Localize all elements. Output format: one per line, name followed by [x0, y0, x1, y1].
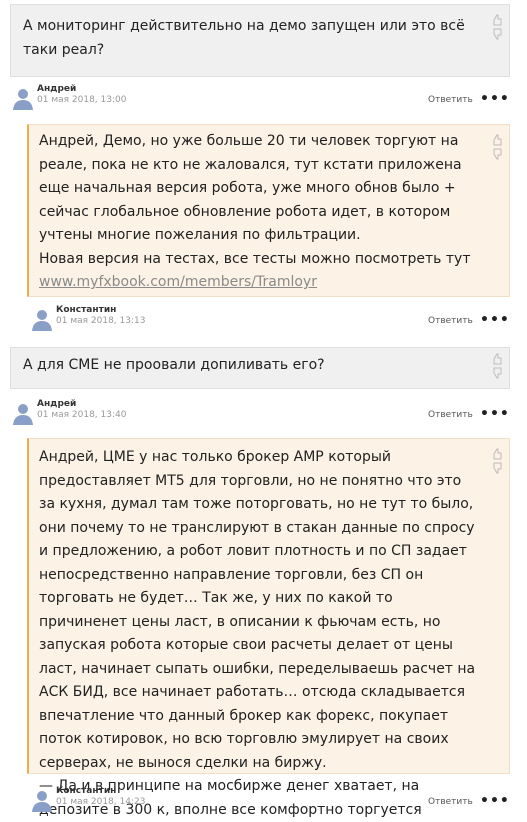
- more-options-icon[interactable]: •••: [480, 313, 510, 327]
- reply-link[interactable]: Ответить: [428, 797, 473, 807]
- reply-link[interactable]: Ответить: [428, 410, 473, 420]
- comment-meta: Андрей 01 мая 2018, 13:00 Ответить •••: [11, 84, 516, 118]
- thumb-up-icon[interactable]: [491, 133, 503, 147]
- comment-text: Андрей, ЦМЕ у нас только брокер AMP кото…: [39, 449, 476, 818]
- comment-meta: Андрей 01 мая 2018, 13:40 Ответить •••: [11, 399, 516, 433]
- thumb-down-icon[interactable]: [491, 27, 503, 41]
- thumb-up-icon[interactable]: [491, 13, 503, 27]
- vote-controls: [491, 13, 503, 41]
- comment-text: А мониторинг действительно на демо запущ…: [23, 18, 470, 58]
- comment-author[interactable]: Константин: [56, 305, 116, 315]
- thumb-up-icon[interactable]: [491, 447, 503, 461]
- user-avatar-icon[interactable]: [11, 401, 33, 427]
- thumb-down-icon[interactable]: [491, 461, 503, 475]
- comment-meta: Константин 01 мая 2018, 14:23 Ответить •…: [30, 786, 516, 820]
- vote-controls: [491, 447, 503, 475]
- comment-text: А для CME не проовали допиливать его?: [23, 357, 325, 373]
- thumb-down-icon[interactable]: [491, 366, 503, 380]
- comment-text: Андрей, Демо, но уже больше 20 ти челове…: [39, 133, 471, 267]
- comment-date: 01 мая 2018, 13:40: [37, 410, 127, 420]
- user-avatar-icon[interactable]: [30, 788, 52, 814]
- comment-date: 01 мая 2018, 14:23: [56, 797, 146, 807]
- user-avatar-icon[interactable]: [30, 307, 52, 333]
- more-options-icon[interactable]: •••: [480, 92, 510, 106]
- comment-bubble: А мониторинг действительно на демо запущ…: [10, 4, 510, 77]
- comment-author[interactable]: Константин: [56, 786, 116, 796]
- comment-date: 01 мая 2018, 13:13: [56, 316, 146, 326]
- comment-link[interactable]: www.myfxbook.com/members/Tramloyr: [39, 274, 317, 290]
- user-avatar-icon[interactable]: [11, 86, 33, 112]
- comment-bubble: Андрей, ЦМЕ у нас только брокер AMP кото…: [27, 438, 510, 818]
- reply-link[interactable]: Ответить: [428, 95, 473, 105]
- more-options-icon[interactable]: •••: [480, 794, 510, 808]
- comment-meta: Константин 01 мая 2018, 13:13 Ответить •…: [30, 305, 516, 339]
- thumb-up-icon[interactable]: [491, 352, 503, 366]
- comment-author[interactable]: Андрей: [37, 84, 76, 94]
- vote-controls: [491, 352, 503, 380]
- thumb-down-icon[interactable]: [491, 147, 503, 161]
- comment-bubble: Андрей, Демо, но уже больше 20 ти челове…: [27, 124, 510, 297]
- vote-controls: [491, 133, 503, 161]
- comment-date: 01 мая 2018, 13:00: [37, 95, 127, 105]
- comment-author[interactable]: Андрей: [37, 399, 76, 409]
- comment-bubble: А для CME не проовали допиливать его?: [10, 347, 510, 389]
- more-options-icon[interactable]: •••: [480, 407, 510, 421]
- reply-link[interactable]: Ответить: [428, 316, 473, 326]
